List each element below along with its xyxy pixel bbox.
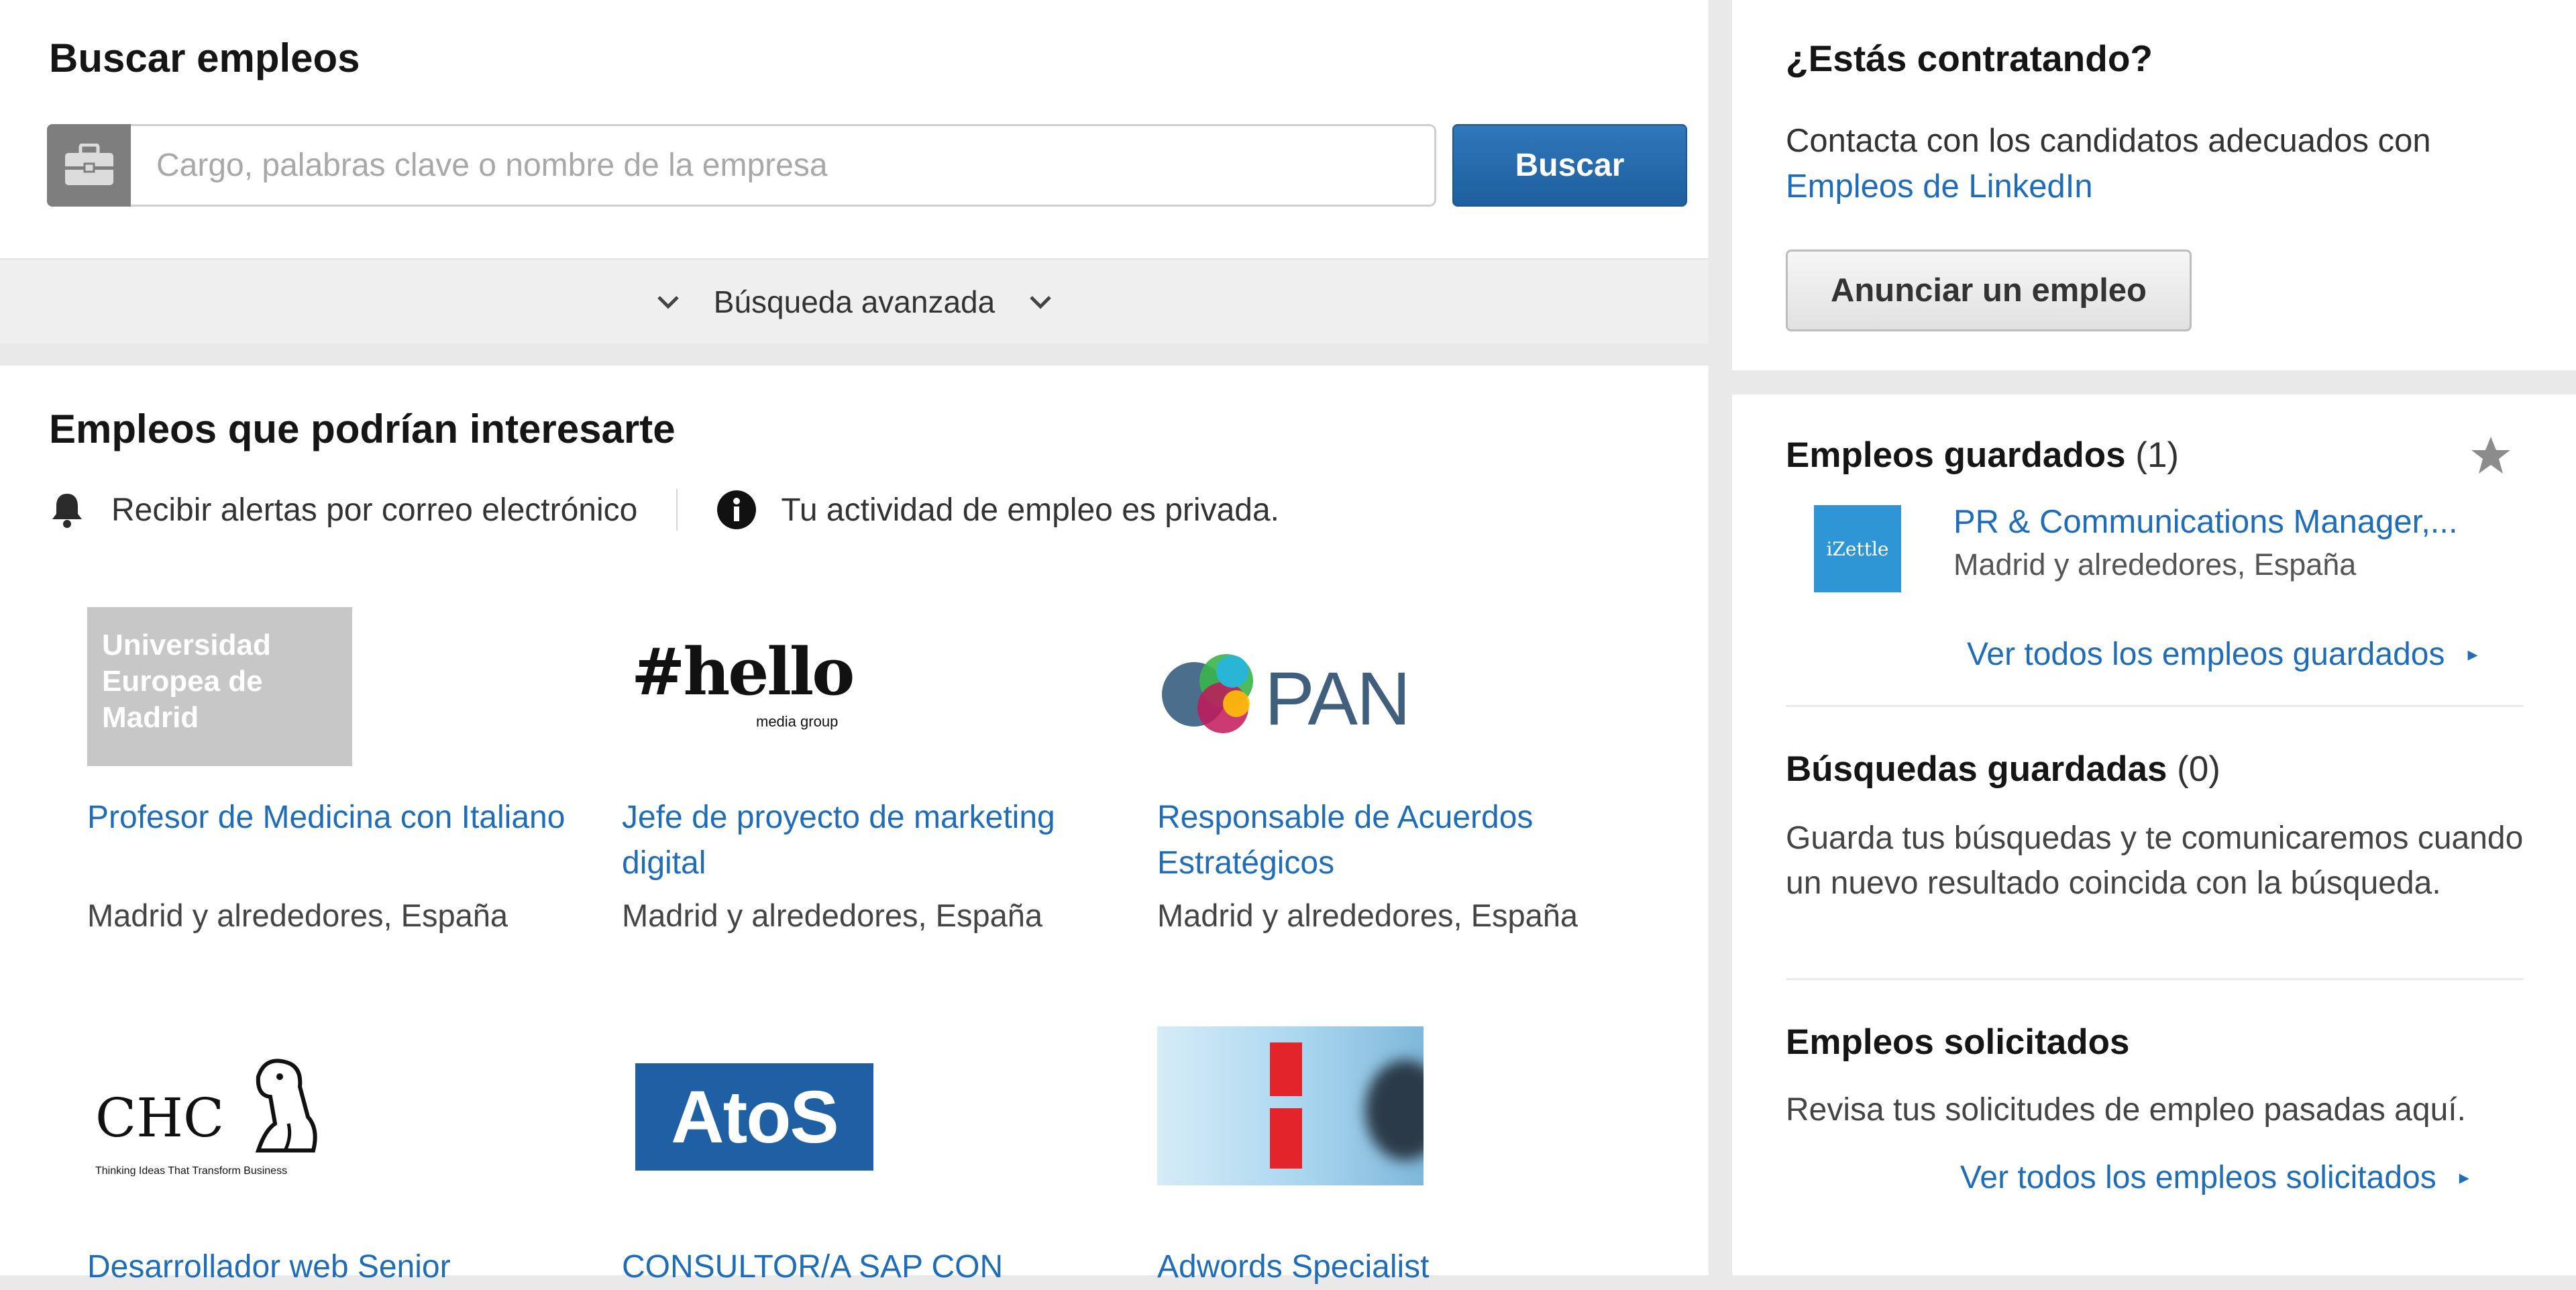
search-row: Buscar <box>47 124 1687 207</box>
advanced-search-label: Búsqueda avanzada <box>713 284 996 319</box>
pan-logo-mark <box>1162 654 1253 733</box>
view-saved-jobs-link[interactable]: Ver todos los empleos guardados ▸ <box>1967 636 2478 673</box>
advanced-search-toggle[interactable]: Búsqueda avanzada <box>0 258 1709 343</box>
logo-shape <box>1270 1042 1302 1096</box>
company-logo: CHC Thinking Ideas That Transform Busine… <box>87 1036 356 1197</box>
saved-jobs-title: Empleos guardados <box>1786 435 2126 475</box>
logo-text: PAN <box>1265 657 1411 741</box>
hiring-title: ¿Estás contratando? <box>1786 38 2153 79</box>
job-search-panel: Buscar empleos Buscar Búsqueda avanzada <box>0 0 1709 343</box>
chevron-right-icon: ▸ <box>2467 643 2478 665</box>
applied-jobs-title: Empleos solicitados <box>1786 1022 2130 1062</box>
logo-text: #hello <box>631 634 855 710</box>
search-title: Buscar empleos <box>49 36 360 80</box>
view-applied-jobs-label: Ver todos los empleos solicitados <box>1960 1160 2436 1195</box>
company-logo: iZettle <box>1814 505 1901 592</box>
job-title[interactable]: Desarrollador web Senior <box>87 1244 597 1290</box>
divider <box>676 489 678 531</box>
divider <box>1786 705 2524 707</box>
job-title[interactable]: Responsable de Acuerdos Estratégicos <box>1157 795 1667 886</box>
saved-job-title[interactable]: PR & Communications Manager,... <box>1953 503 2458 541</box>
view-saved-jobs-label: Ver todos los empleos guardados <box>1967 637 2445 672</box>
saved-searches-count: (0) <box>2177 749 2220 789</box>
chevron-right-icon: ▸ <box>2459 1167 2469 1189</box>
email-alerts-link[interactable]: Recibir alertas por correo electrónico <box>47 490 637 530</box>
star-icon[interactable] <box>2470 435 2512 476</box>
recommended-jobs-title: Empleos que podrían interesarte <box>49 407 676 451</box>
job-location: Madrid y alrededores, España <box>1157 898 1578 933</box>
job-title[interactable]: Profesor de Medicina con Italiano <box>87 795 597 841</box>
chevron-down-icon <box>657 295 679 309</box>
logo-shape <box>1365 1060 1424 1161</box>
hiring-description: Contacta con los candidatos adecuados co… <box>1786 118 2524 209</box>
logo-tagline: Thinking Ideas That Transform Business <box>95 1165 288 1177</box>
saved-jobs-heading: Empleos guardados (1) <box>1786 435 2179 476</box>
applied-jobs-description: Revisa tus solicitudes de empleo pasadas… <box>1786 1092 2466 1128</box>
post-job-button[interactable]: Anunciar un empleo <box>1786 250 2192 331</box>
search-button[interactable]: Buscar <box>1452 124 1687 207</box>
saved-searches-heading: Búsquedas guardadas (0) <box>1786 749 2220 790</box>
company-logo: AtoS <box>635 1063 873 1171</box>
briefcase-icon <box>47 124 131 207</box>
job-location: Madrid y alrededores, España <box>622 898 1043 933</box>
info-icon <box>717 490 757 529</box>
job-location: Madrid y alrededores, España <box>87 898 508 933</box>
search-input[interactable] <box>131 124 1436 207</box>
logo-subtext: media group <box>756 713 839 730</box>
hiring-panel: ¿Estás contratando? Contacta con los can… <box>1732 0 2576 370</box>
email-alerts-label: Recibir alertas por correo electrónico <box>111 492 638 528</box>
hiring-text: Contacta con los candidatos adecuados co… <box>1786 123 2431 159</box>
divider <box>1786 978 2524 980</box>
dog-illustration <box>255 1059 317 1152</box>
company-logo: Universidad Europea de Madrid <box>87 607 352 766</box>
logo-text: CHC <box>95 1087 225 1149</box>
job-title[interactable]: Jefe de proyecto de marketing digital <box>622 795 1132 886</box>
view-applied-jobs-link[interactable]: Ver todos los empleos solicitados ▸ <box>1960 1159 2469 1196</box>
saved-searches-description: Guarda tus búsquedas y te comunicaremos … <box>1786 820 2524 901</box>
chevron-down-icon <box>1030 295 1052 309</box>
saved-searches-title: Búsquedas guardadas <box>1786 749 2167 789</box>
job-title[interactable]: Adwords Specialist <box>1157 1244 1667 1290</box>
saved-jobs-count: (1) <box>2135 435 2180 475</box>
saved-jobs-panel: Empleos guardados (1) iZettle PR & Commu… <box>1732 394 2576 1275</box>
job-title[interactable]: CONSULTOR/A SAP CON <box>622 1244 1132 1290</box>
company-logo: #hello media group <box>622 607 890 768</box>
linkedin-jobs-link[interactable]: Empleos de LinkedIn <box>1786 168 2093 205</box>
logo-shape <box>1270 1108 1302 1169</box>
bell-icon <box>52 494 82 528</box>
saved-job-location: Madrid y alrededores, España <box>1953 547 2357 582</box>
company-logo: PAN <box>1157 607 1426 768</box>
job-options-row: Recibir alertas por correo electrónico T… <box>47 486 1279 533</box>
privacy-note: Tu actividad de empleo es privada. <box>781 492 1279 528</box>
recommended-jobs-panel: Empleos que podrían interesarte Recibir … <box>0 366 1709 1285</box>
company-logo <box>1157 1026 1424 1185</box>
